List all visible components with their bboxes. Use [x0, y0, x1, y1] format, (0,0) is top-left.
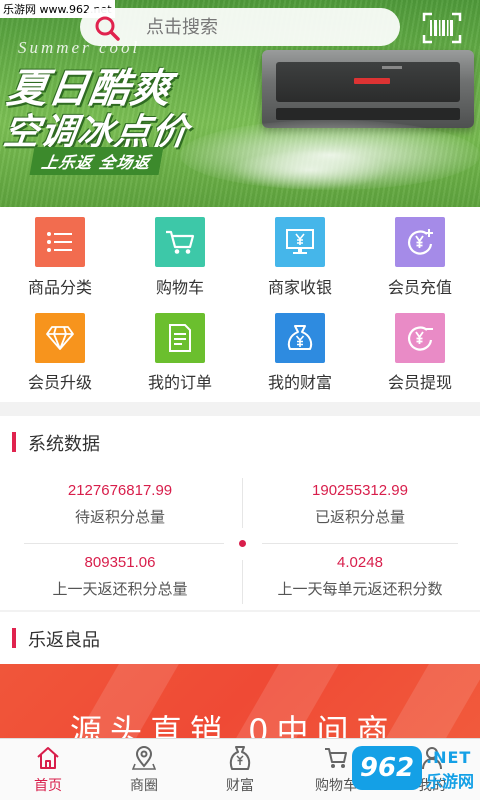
menu-item-label: 我的财富 [267, 373, 332, 392]
stat-value: 190255312.99 [312, 482, 408, 499]
menu-item-wealth[interactable]: 我的财富 [240, 304, 360, 402]
watermark-net: .NET [426, 748, 472, 767]
feature-menu: 商品分类 购物车 商家收银 会员充值 会员升级 我的订单 我的财富 会员提现 [0, 207, 480, 402]
tab-wealth[interactable]: 财富 [192, 739, 288, 800]
banner-tagline: 上乐返 全场返 [29, 147, 164, 175]
watermark-logo: 962 .NET 乐游网 [352, 742, 476, 796]
order-icon [155, 313, 205, 363]
location-icon [132, 746, 156, 770]
system-data-header: 系统数据 [0, 416, 480, 468]
center-dot [239, 540, 246, 547]
cart-icon [155, 217, 205, 267]
air-conditioner-image [262, 50, 474, 128]
lefan-promo-banner[interactable]: 源头直销 0中间商 [0, 664, 480, 738]
menu-item-label: 会员提现 [387, 373, 452, 392]
lefan-header: 乐返良品 [0, 612, 480, 664]
monitor-yen-icon [275, 217, 325, 267]
menu-item-label: 我的订单 [147, 373, 212, 392]
cart-icon [325, 748, 347, 768]
stat-value: 2127676817.99 [67, 482, 173, 499]
menu-item-label: 商家收银 [267, 278, 332, 297]
tab-label: 财富 [226, 778, 254, 794]
menu-item-label: 会员充值 [387, 278, 452, 297]
withdraw-icon [395, 313, 445, 363]
divider [242, 478, 243, 528]
menu-item-category[interactable]: 商品分类 [0, 207, 120, 304]
menu-item-label: 会员升级 [27, 373, 92, 392]
menu-item-upgrade[interactable]: 会员升级 [0, 304, 120, 402]
tab-home[interactable]: 首页 [0, 739, 96, 800]
stat-label: 待返积分总量 [74, 508, 165, 526]
stat-label: 上一天返还积分总量 [52, 580, 188, 598]
menu-item-recharge[interactable]: 会员充值 [360, 207, 480, 304]
divider [24, 543, 224, 544]
search-input[interactable] [146, 12, 386, 42]
search-bar[interactable] [80, 8, 400, 46]
stat-returned-points: 190255312.99 已返积分总量 [240, 482, 480, 527]
stat-value: 4.0248 [337, 554, 383, 571]
app-screen: Summer cool 夏日酷爽 空调冰点价 上乐返 全场返 乐游网 www.9… [0, 0, 480, 800]
list-icon [35, 217, 85, 267]
tab-label: 首页 [34, 778, 62, 794]
menu-item-orders[interactable]: 我的订单 [120, 304, 240, 402]
stat-pending-points: 2127676817.99 待返积分总量 [0, 482, 240, 527]
tab-label: 商圈 [130, 778, 158, 794]
watermark-logo-mark: 962 [352, 746, 422, 790]
section-title: 乐返良品 [28, 630, 100, 651]
divider [242, 560, 243, 604]
stat-yesterday-per-unit: 4.0248 上一天每单元返还积分数 [240, 554, 480, 599]
stat-label: 已返积分总量 [314, 508, 405, 526]
wealth-bag-icon [229, 746, 251, 770]
divider [262, 543, 458, 544]
stat-label: 上一天每单元返还积分数 [277, 580, 443, 598]
menu-item-label: 商品分类 [27, 278, 92, 297]
stat-value: 809351.06 [84, 554, 156, 571]
cool-air-mist-2 [230, 150, 390, 190]
section-accent-bar [12, 432, 16, 452]
promo-text: 源头直销 0中间商 [70, 712, 397, 738]
menu-item-label: 购物车 [155, 278, 204, 297]
watermark-cn: 乐游网 [426, 772, 475, 791]
recharge-icon [395, 217, 445, 267]
diamond-icon [35, 313, 85, 363]
menu-item-cart[interactable]: 购物车 [120, 207, 240, 304]
barcode-scan-icon[interactable] [422, 12, 462, 44]
section-title: 系统数据 [28, 434, 100, 455]
search-icon [95, 16, 120, 41]
stat-yesterday-total: 809351.06 上一天返还积分总量 [0, 554, 240, 599]
section-accent-bar [12, 628, 16, 648]
home-icon [37, 747, 59, 769]
money-bag-icon [275, 313, 325, 363]
menu-item-withdraw[interactable]: 会员提现 [360, 304, 480, 402]
menu-item-cashier[interactable]: 商家收银 [240, 207, 360, 304]
tab-business-circle[interactable]: 商圈 [96, 739, 192, 800]
